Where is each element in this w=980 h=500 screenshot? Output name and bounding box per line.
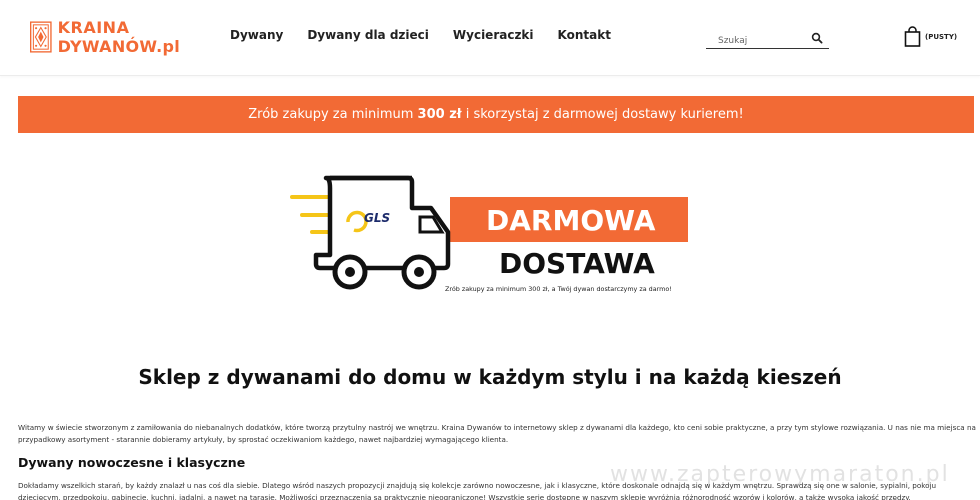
site-header: KRAINA DYWANÓW.pl Dywany Dywany dla dzie…: [0, 0, 980, 76]
logo-line-1: KRAINA: [57, 18, 130, 37]
cart-button[interactable]: (PUSTY): [904, 26, 957, 47]
banner-line-1: DARMOWA: [486, 204, 656, 237]
promo-text: Zrób zakupy za minimum 300 zł i skorzyst…: [248, 107, 744, 122]
logo-line-2: DYWANÓW.pl: [57, 37, 180, 56]
banner-caption: Zrób zakupy za minimum 300 zł, a Twój dy…: [445, 285, 672, 293]
banner-line-2: DOSTAWA: [499, 247, 655, 280]
promo-text-after: i skorzystaj z darmowej dostawy kurierem…: [461, 107, 744, 122]
search-icon[interactable]: [811, 32, 823, 44]
search-box: [706, 28, 829, 51]
nav-item-wycieraczki[interactable]: Wycieraczki: [453, 28, 534, 42]
gls-brand-text: GLS: [364, 211, 390, 225]
nav-item-kontakt[interactable]: Kontakt: [558, 28, 611, 42]
watermark: www.zapterowymaraton.pl: [610, 462, 950, 487]
logo-text: KRAINA DYWANÓW.pl: [58, 18, 180, 56]
promo-amount: 300 zł: [417, 107, 462, 122]
nav-item-dywany[interactable]: Dywany: [230, 28, 283, 42]
cart-status: (PUSTY): [925, 32, 958, 41]
shopping-bag-icon: [904, 26, 921, 47]
search-input[interactable]: [706, 31, 806, 51]
logo-mark-icon: [30, 21, 52, 53]
free-delivery-banner[interactable]: GLS DARMOWA DOSTAWA: [290, 170, 700, 300]
section-heading: Dywany nowoczesne i klasyczne: [18, 455, 246, 470]
page-heading: Sklep z dywanami do domu w każdym stylu …: [138, 365, 842, 389]
promo-bar: Zrób zakupy za minimum 300 zł i skorzyst…: [18, 96, 974, 133]
main-nav: Dywany Dywany dla dzieci Wycieraczki Kon…: [230, 28, 611, 42]
nav-item-dywany-dla-dzieci[interactable]: Dywany dla dzieci: [307, 28, 429, 42]
intro-paragraph: Witamy w świecie stworzonym z zamiłowani…: [18, 423, 976, 444]
promo-text-before: Zrób zakupy za minimum: [248, 107, 418, 122]
logo[interactable]: KRAINA DYWANÓW.pl: [30, 14, 180, 60]
